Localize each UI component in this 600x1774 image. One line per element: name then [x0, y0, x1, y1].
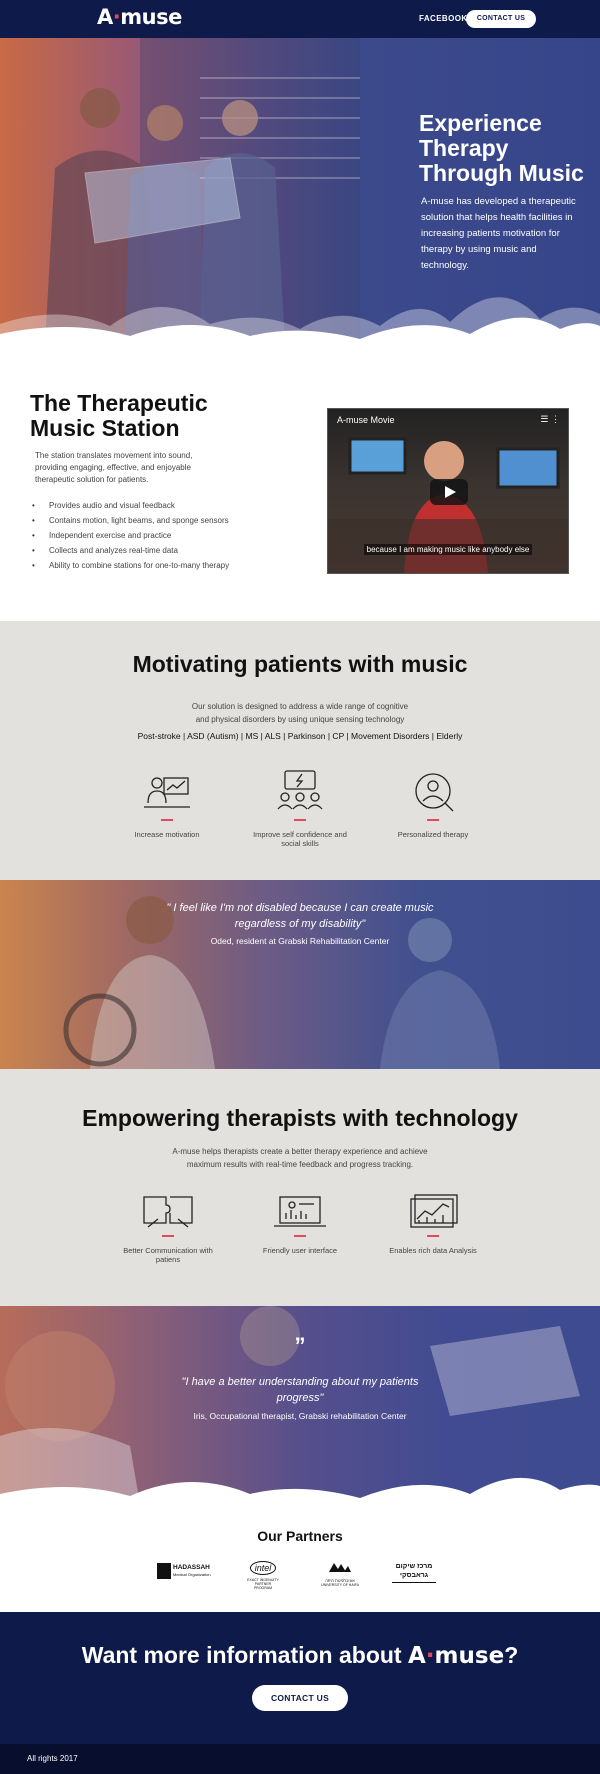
partner-subtitle: Medical Organization [173, 1572, 211, 1577]
hadassah-emblem-icon [157, 1563, 171, 1579]
grabski-underline [392, 1582, 436, 1583]
hero-title: Experience Therapy Through Music [419, 110, 584, 186]
logo-suffix: muse [120, 5, 182, 29]
feature-accent-bar [427, 819, 439, 821]
partner-logo-intel[interactable]: intel EXACT INGENUITY PARTNER PROGRAM [246, 1558, 280, 1590]
data-chart-icon [410, 1194, 458, 1228]
station-title: The Therapeutic Music Station [30, 390, 208, 441]
cta-title-text: Want more information about [81, 1642, 402, 1668]
partners-title: Our Partners [257, 1528, 343, 1544]
feature-label: Enables rich data Analysis [389, 1246, 477, 1255]
feature-accent-bar [427, 1235, 439, 1237]
cta-section: Want more information about A·muse? CONT… [0, 1612, 600, 1744]
list-item: Provides audio and visual feedback [32, 500, 229, 515]
station-description: The station translates movement into sou… [35, 451, 193, 484]
cta-brand-dot: · [425, 1643, 435, 1669]
nav-contact-button[interactable]: CONTACT US [466, 10, 536, 28]
feature-data-analysis: Enables rich data Analysis [383, 1193, 483, 1255]
testimonial-quote: "I have a better understanding about my … [181, 1376, 419, 1404]
feature-social-skills: Improve self confidence and social skill… [250, 769, 350, 848]
feature-accent-bar [294, 1235, 306, 1237]
partner-logo-hadassah[interactable]: HADASSAH Medical Organization [157, 1558, 211, 1588]
list-item: Independent exercise and practice [32, 530, 229, 545]
feature-label: Friendly user interface [262, 1246, 338, 1255]
feature-label: Better Communication with patiens [123, 1246, 213, 1264]
feature-interface: Friendly user interface [250, 1195, 350, 1255]
feature-accent-bar [161, 819, 173, 821]
video-menu-icon[interactable]: ☰ ⋮ [540, 414, 560, 425]
quote-mark-icon: ” [294, 1333, 306, 1358]
feature-increase-motivation: Increase motivation [117, 773, 217, 839]
intel-logo: intel [249, 1561, 277, 1575]
video-title: A-muse Movie [337, 415, 395, 425]
hero-wave-decoration [0, 297, 600, 344]
nav-facebook-link[interactable]: FACEBOOK [419, 14, 468, 23]
laptop-dashboard-icon [274, 1196, 326, 1227]
hadassah-logo: HADASSAH Medical Organization [157, 1563, 211, 1579]
hadassah-text: HADASSAH Medical Organization [173, 1564, 211, 1578]
conditions-list: Post-stroke | ASD (Autism) | MS | ALS | … [137, 731, 463, 741]
play-icon[interactable] [430, 479, 468, 505]
testimonial-quote: " I feel like I'm not disabled because I… [166, 902, 434, 930]
partner-name: HADASSAH [173, 1564, 210, 1571]
partner-logo-grabski[interactable]: מרכז שיקום גראבסקי [388, 1558, 440, 1588]
feature-label: Increase motivation [134, 830, 200, 839]
station-feature-list: Provides audio and visual feedback Conta… [32, 500, 229, 575]
cta-brand-suffix: muse [434, 1643, 505, 1669]
copyright-text: All rights 2017 [27, 1754, 78, 1763]
feature-accent-bar [294, 819, 306, 821]
group-discussion-icon [277, 770, 323, 810]
feature-communication: Better Communication with patiens [118, 1193, 218, 1264]
list-item: Ability to combine stations for one-to-m… [32, 560, 229, 575]
cta-brand-prefix: A [407, 1643, 426, 1669]
therapists-description: A-muse helps therapists create a better … [172, 1147, 428, 1169]
puzzle-hands-icon [143, 1196, 193, 1228]
video-caption: because I am making music like anybody e… [328, 539, 568, 557]
presentation-chart-icon [144, 777, 190, 808]
hero-text: A-muse has developed a therapeutic solut… [421, 196, 576, 271]
therapists-title: Empowering therapists with technology [82, 1105, 518, 1131]
list-item: Contains motion, light beams, and sponge… [32, 515, 229, 530]
cta-title-suffix: ? [504, 1642, 519, 1668]
logo[interactable]: A·muse [97, 5, 182, 29]
haifa-emblem-icon [329, 1563, 351, 1572]
site-footer: All rights 2017 [0, 1744, 600, 1774]
cta-brand: A·muse [408, 1643, 504, 1669]
therapists-section: Empowering therapists with technology A-… [0, 1069, 600, 1306]
testimonial-author: Oded, resident at Grabski Rehabilitation… [210, 936, 390, 946]
testimonial-patient: " I feel like I'm not disabled because I… [0, 880, 600, 1069]
site-header: A·muse FACEBOOK CONTACT US [0, 0, 600, 38]
testimonial-author: Iris, Occupational therapist, Grabski re… [193, 1411, 407, 1421]
feature-personalized: Personalized therapy [383, 771, 483, 839]
feature-accent-bar [162, 1235, 174, 1237]
partner-subtitle: UNIVERSITY OF HAIFA [321, 1583, 359, 1587]
logo-prefix: A [97, 5, 113, 29]
motivating-section: Motivating patients with music Our solut… [0, 621, 600, 880]
feature-label: Personalized therapy [397, 830, 469, 839]
partner-logo-haifa[interactable]: אוניברסיטת חיפה UNIVERSITY OF HAIFA [320, 1558, 360, 1588]
partner-name: מרכז שיקום גראבסקי [395, 1563, 433, 1579]
feature-label: Improve self confidence and social skill… [253, 830, 347, 848]
motivating-description: Our solution is designed to address a wi… [191, 702, 409, 724]
user-search-icon [415, 773, 454, 812]
cta-title: Want more information about A·muse? [0, 1642, 600, 1669]
list-item: Collects and analyzes real-time data [32, 545, 229, 560]
quote-wave-decoration [0, 1477, 600, 1504]
video-caption-text: because I am making music like anybody e… [363, 544, 533, 555]
motivating-title: Motivating patients with music [132, 651, 468, 677]
testimonial-therapist: ” "I have a better understanding about m… [0, 1306, 600, 1504]
partner-subtitle: EXACT INGENUITY PARTNER PROGRAM [247, 1578, 279, 1590]
hero-section: Experience Therapy Through Music A-muse … [0, 38, 600, 344]
contact-us-button[interactable]: CONTACT US [252, 1685, 348, 1711]
video-player[interactable]: A-muse Movie ☰ ⋮ because I am making mus… [327, 408, 569, 574]
